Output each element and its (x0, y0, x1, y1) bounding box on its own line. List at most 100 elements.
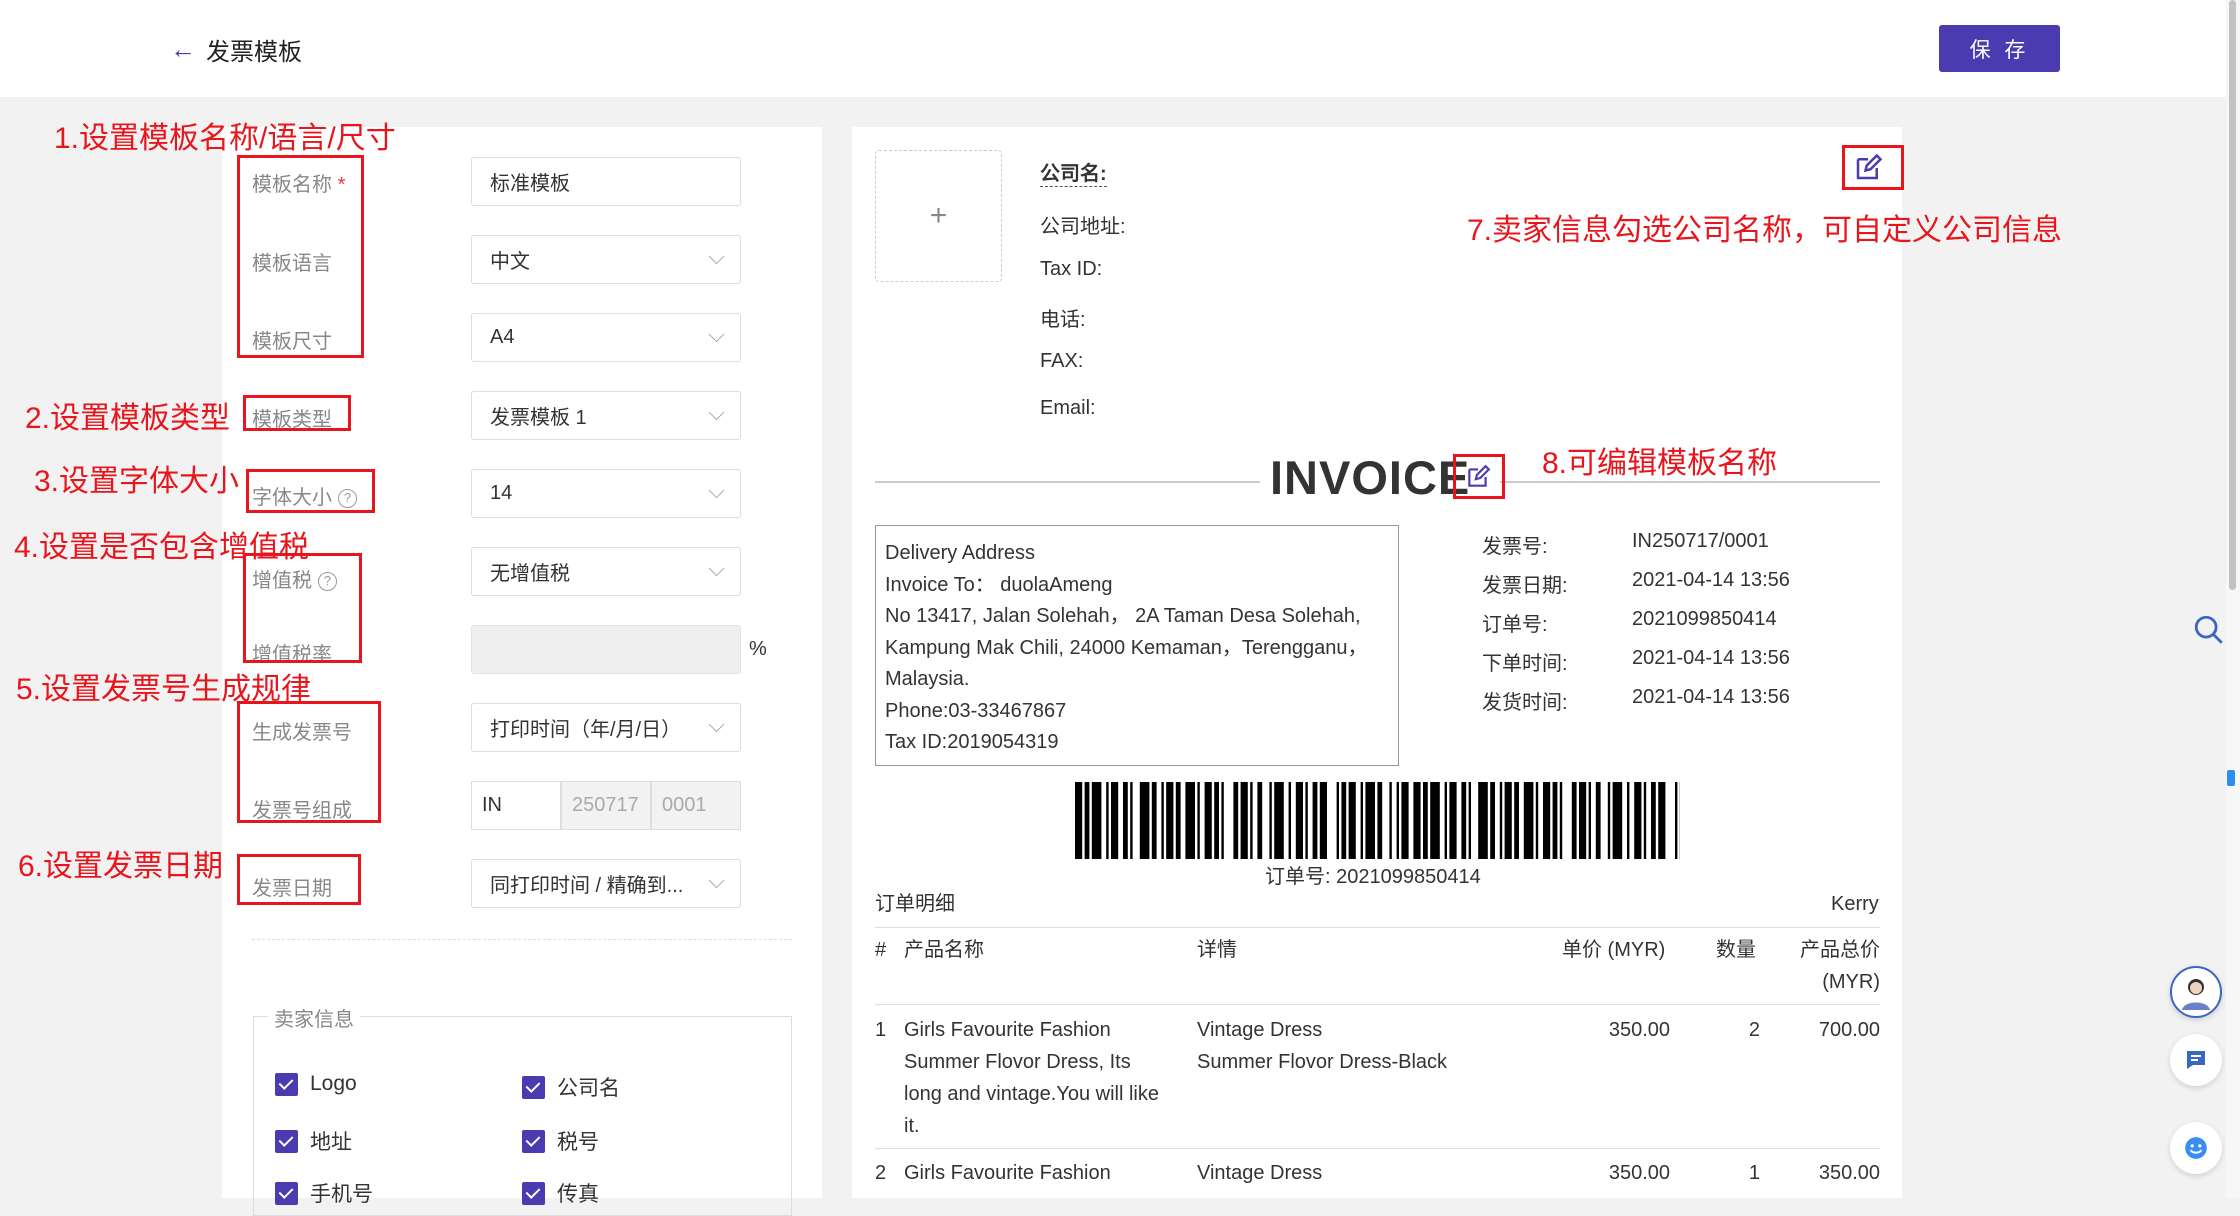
checkbox-checked-icon (275, 1073, 298, 1096)
chevron-down-icon (709, 327, 725, 343)
checkbox-tax-id[interactable]: 税号 (522, 1126, 599, 1156)
address-line: Kampung Mak Chili, 24000 Kemaman，Terengg… (885, 633, 1389, 665)
company-name-label: 公司名: (1040, 157, 1107, 187)
annotation-box (243, 553, 362, 663)
chevron-down-icon (709, 873, 725, 889)
checkbox-fax[interactable]: 传真 (522, 1178, 599, 1208)
checkbox-address[interactable]: 地址 (275, 1126, 352, 1156)
template-size-select[interactable]: A4 (471, 313, 741, 362)
table-rule (875, 927, 1880, 928)
company-email-label: Email: (1040, 397, 1096, 420)
company-phone-label: 电话: (1040, 303, 1086, 332)
row-product: Girls Favourite Fashion (904, 1157, 1111, 1189)
scroll-marker (2227, 770, 2235, 786)
scrollbar-thumb[interactable] (2229, 0, 2236, 590)
invoice-date-select[interactable]: 同打印时间 / 精确到... (471, 859, 741, 908)
seller-info-legend: 卖家信息 (268, 1003, 360, 1032)
edit-icon[interactable] (1465, 464, 1491, 490)
gen-invoice-no-select[interactable]: 打印时间（年/月/日） (471, 703, 741, 752)
checkbox-checked-icon (522, 1182, 545, 1205)
meta-label: 发货时间: (1482, 686, 1568, 715)
annotation-text: 6.设置发票日期 (18, 841, 223, 885)
carrier-label: Kerry (1831, 888, 1879, 920)
message-icon[interactable] (2170, 1034, 2222, 1086)
meta-label: 发票日期: (1482, 569, 1568, 598)
logo-upload[interactable]: + (875, 150, 1002, 282)
row-num: 1 (875, 1014, 886, 1046)
address-line: Delivery Address (885, 538, 1389, 570)
template-name-input[interactable]: 标准模板 (471, 157, 741, 206)
annotation-box (237, 155, 364, 358)
address-line: Tax ID:2019054319 (885, 727, 1389, 759)
checkbox-checked-icon (522, 1076, 545, 1099)
chevron-down-icon (709, 249, 725, 265)
chevron-down-icon (709, 561, 725, 577)
invoice-date-part: 250717 (561, 781, 651, 830)
barcode-label: 订单号: 2021099850414 (1265, 860, 1481, 889)
chevron-down-icon (709, 405, 725, 421)
meta-value: 2021099850414 (1632, 608, 1777, 631)
barcode (1075, 782, 1680, 859)
title-rule (875, 481, 1260, 483)
delivery-address-box: Delivery Address Invoice To： duolaAmeng … (875, 525, 1399, 766)
meta-value: 2021-04-14 13:56 (1632, 647, 1790, 670)
save-button[interactable]: 保 存 (1939, 25, 2060, 72)
title-rule (1500, 481, 1880, 483)
chevron-down-icon (709, 717, 725, 733)
address-line: Phone:03-33467867 (885, 696, 1389, 728)
checkbox-checked-icon (522, 1130, 545, 1153)
template-language-select[interactable]: 中文 (471, 235, 741, 284)
font-size-select[interactable]: 14 (471, 469, 741, 518)
meta-label: 订单号: (1482, 608, 1548, 637)
edit-icon[interactable] (1853, 153, 1883, 183)
address-line: No 13417, Jalan Solehah， 2A Taman Desa S… (885, 601, 1389, 633)
row-qty: 2 (1700, 1014, 1760, 1046)
table-rule (875, 1148, 1880, 1149)
top-bar: ← 发票模板 保 存 (0, 0, 2240, 97)
row-detail: Vintage DressSummer Flovor Dress-Black (1197, 1014, 1447, 1078)
invoice-seq-part: 0001 (651, 781, 741, 830)
col-header-price: 单价 (MYR) (1562, 934, 1665, 966)
company-taxid-label: Tax ID: (1040, 258, 1102, 281)
row-detail: Vintage Dress (1197, 1157, 1322, 1189)
vat-rate-input[interactable] (471, 625, 741, 674)
annotation-text: 1.设置模板名称/语言/尺寸 (54, 113, 396, 157)
company-fax-label: FAX: (1040, 350, 1083, 373)
annotation-text: 7.卖家信息勾选公司名称，可自定义公司信息 (1467, 205, 2062, 249)
col-header-num: # (875, 934, 886, 966)
meta-value: IN250717/0001 (1632, 530, 1769, 553)
checkbox-mobile[interactable]: 手机号 (275, 1178, 373, 1208)
back-link[interactable]: ← 发票模板 (170, 32, 302, 67)
address-line: Invoice To： duolaAmeng (885, 570, 1389, 602)
col-header-total: 产品总价(MYR) (1796, 934, 1880, 998)
address-line: Malaysia. (885, 664, 1389, 696)
checkbox-logo[interactable]: Logo (275, 1072, 357, 1096)
col-header-product: 产品名称 (904, 934, 984, 966)
avatar[interactable] (2170, 966, 2222, 1018)
checkbox-checked-icon (275, 1182, 298, 1205)
annotation-box (246, 469, 375, 513)
chevron-down-icon (709, 483, 725, 499)
vat-select[interactable]: 无增值税 (471, 547, 741, 596)
page-title: 发票模板 (206, 32, 302, 67)
col-header-detail: 详情 (1197, 934, 1237, 966)
percent-unit: % (749, 638, 767, 661)
row-price: 350.00 (1560, 1014, 1670, 1046)
row-total: 700.00 (1780, 1014, 1880, 1046)
annotation-text: 3.设置字体大小 (34, 456, 239, 500)
row-price: 350.00 (1560, 1157, 1670, 1189)
chat-bot-icon[interactable] (2170, 1122, 2222, 1174)
checkbox-company-name[interactable]: 公司名 (522, 1072, 620, 1102)
template-type-select[interactable]: 发票模板 1 (471, 391, 741, 440)
invoice-prefix-input[interactable]: IN (471, 781, 561, 830)
meta-label: 发票号: (1482, 530, 1548, 559)
order-detail-label: 订单明细 (875, 888, 955, 920)
annotation-box (243, 395, 351, 431)
meta-value: 2021-04-14 13:56 (1632, 569, 1790, 592)
row-total: 350.00 (1780, 1157, 1880, 1189)
meta-value: 2021-04-14 13:56 (1632, 686, 1790, 709)
annotation-box (237, 701, 381, 823)
annotation-text: 2.设置模板类型 (25, 393, 230, 437)
row-qty: 1 (1700, 1157, 1760, 1189)
search-icon[interactable] (2192, 613, 2226, 647)
